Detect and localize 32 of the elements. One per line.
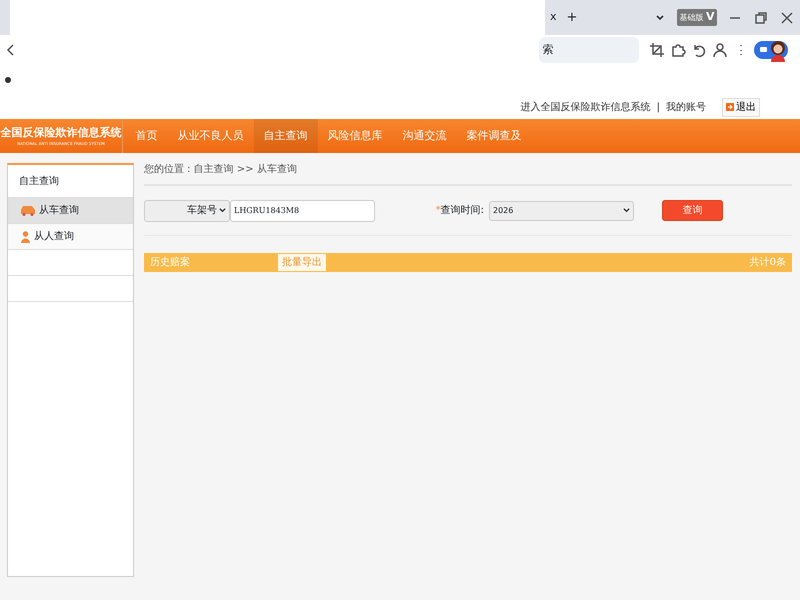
new-tab-button[interactable]: + (566, 8, 578, 28)
profile-icon[interactable] (712, 42, 728, 58)
tab-close-button[interactable]: x (550, 9, 557, 26)
sidebar-item[interactable]: 从人查询 (8, 223, 133, 249)
vin-input[interactable]: LHGRU1843M8 (230, 200, 375, 222)
time-label: 查询时间: (440, 204, 484, 218)
crop-icon[interactable] (648, 42, 664, 58)
sidebar-item[interactable]: 从车查询 (8, 197, 133, 223)
puzzle-icon[interactable] (670, 42, 686, 58)
separator: | (656, 100, 660, 114)
query-button[interactable]: 查询 (662, 200, 723, 221)
logout-icon (726, 103, 734, 111)
breadcrumb: 您的位置 : 自主查询 >> 从车查询 (144, 159, 792, 186)
close-icon[interactable] (779, 10, 795, 26)
person-icon (20, 230, 31, 242)
field-type-select[interactable]: 车架号 (144, 200, 230, 222)
required-mark: * (436, 205, 441, 218)
logout-button[interactable]: 退出 (722, 98, 760, 116)
chevron-icon (623, 207, 630, 214)
assistant-icon[interactable] (754, 38, 788, 62)
chevron-icon (219, 207, 226, 214)
time-select[interactable]: 2026 (489, 200, 634, 220)
top-link[interactable]: 进入全国反保险欺诈信息系统 (520, 100, 651, 114)
result-count: 共计0条 (750, 256, 786, 270)
results-title: 历史赔案 (150, 256, 190, 270)
restore-icon[interactable] (753, 10, 769, 26)
bookmark-icon[interactable] (4, 76, 12, 84)
edition-badge[interactable]: 基础版 V (676, 9, 717, 26)
top-link[interactable]: 我的账号 (666, 100, 706, 114)
sidebar-title: 自主查询 (18, 174, 60, 188)
address-bar[interactable]: 索 (538, 37, 638, 63)
car-icon (20, 205, 36, 216)
